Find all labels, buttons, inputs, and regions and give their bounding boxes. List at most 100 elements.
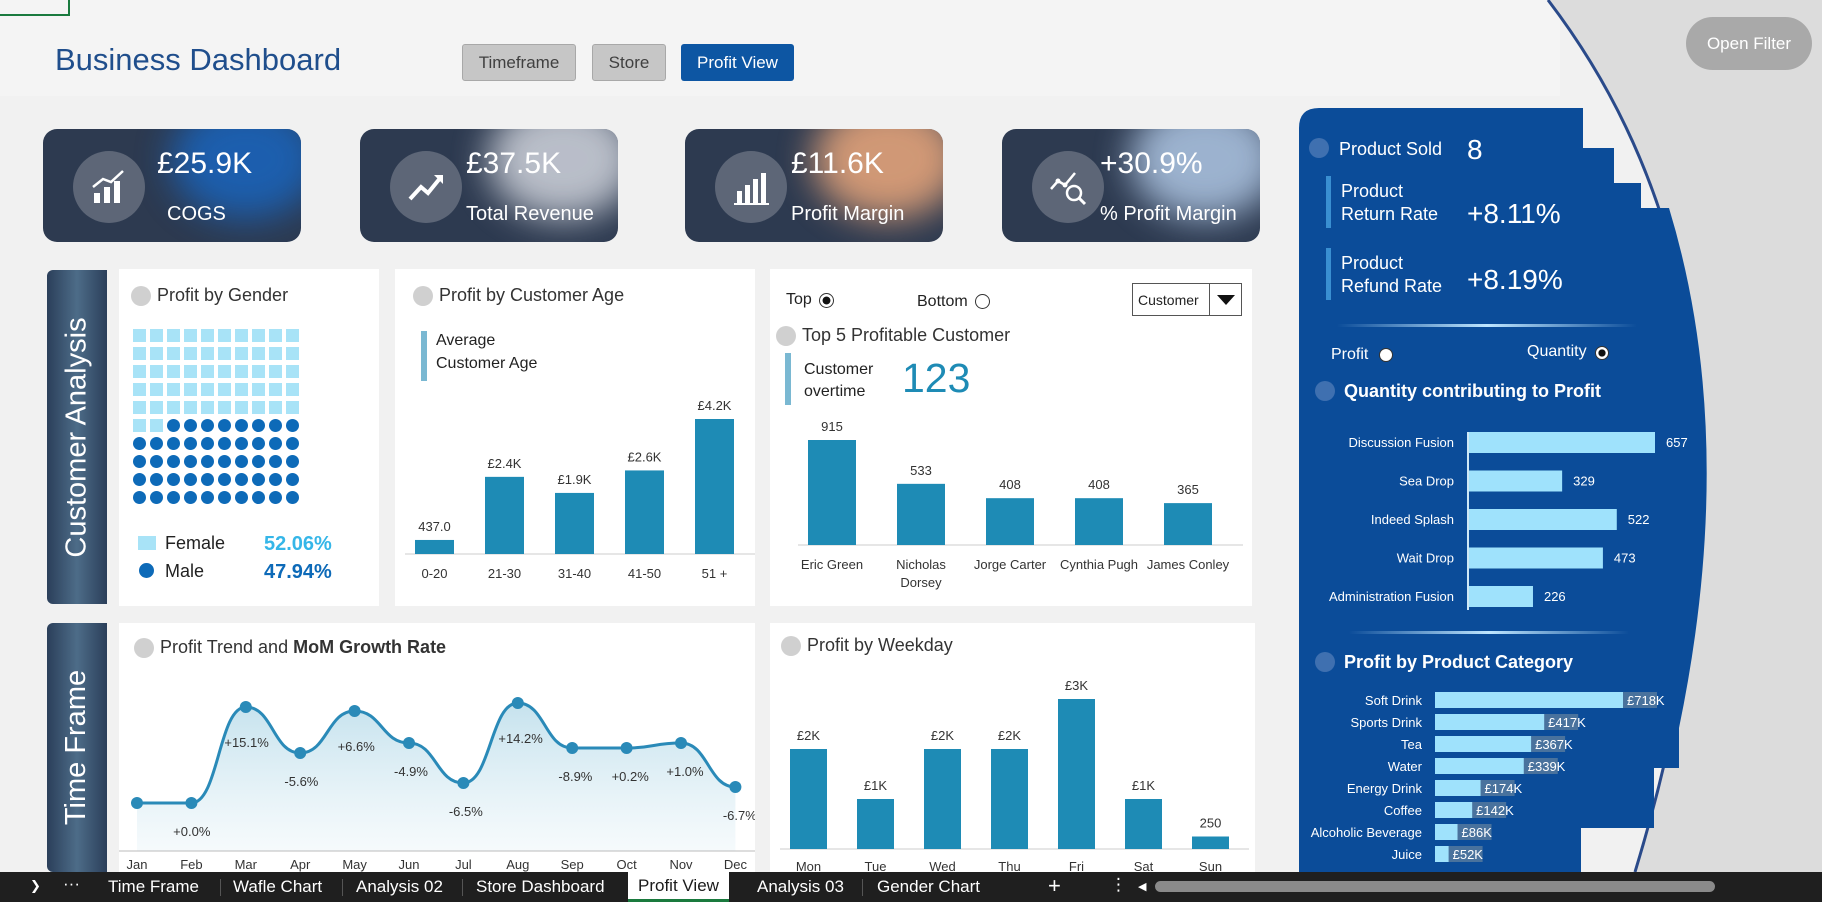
data-label: 365	[1177, 482, 1199, 497]
quantity-bar-chart: 657 Discussion Fusion 329 Sea Drop 522 Indeed…	[1329, 432, 1688, 610]
growth-label: +0.2%	[612, 769, 650, 784]
tab-gender-chart[interactable]: Gender Chart	[877, 877, 980, 897]
category-title: Profit by Product Category	[1344, 652, 1574, 672]
tab-store-dashboard[interactable]: Store Dashboard	[476, 877, 605, 897]
kpi-label: % Profit Margin	[1100, 203, 1237, 225]
tick-label: Tue	[865, 859, 887, 872]
trend-point-2	[239, 701, 252, 713]
trend-point-3	[294, 747, 307, 759]
customer-dropdown[interactable]: Customer	[1132, 283, 1242, 316]
waffle-cell-male	[252, 491, 265, 504]
tab-options-icon[interactable]: ⋮	[1110, 875, 1127, 895]
tab-profit-view[interactable]: Profit View	[628, 872, 729, 902]
bar-4	[1164, 503, 1212, 545]
waffle-cell-female	[150, 329, 163, 342]
return-rate-line: Return Rate	[1341, 204, 1439, 224]
waffle-cell-female	[184, 383, 197, 396]
data-label: £86K	[1462, 825, 1493, 840]
waffle-cell-male	[235, 455, 248, 468]
bar-chart-icon	[715, 151, 787, 223]
tab-wafle-chart[interactable]: Wafle Chart	[233, 877, 322, 897]
bar-3	[991, 749, 1028, 849]
more-tabs-icon[interactable]: ···	[63, 874, 80, 894]
category-label: Sports Drink	[1350, 715, 1422, 730]
tab-time-frame[interactable]: Time Frame	[108, 877, 199, 897]
waffle-cell-male	[286, 473, 299, 486]
card-title: Profit by Gender	[131, 285, 288, 306]
timeframe-button[interactable]: Timeframe	[462, 44, 576, 81]
waffle-cell-female	[286, 365, 299, 378]
section-label-customer-analysis: Customer Analysis	[47, 270, 107, 604]
kpi-card-profit-margin: £11.6K Profit Margin	[685, 129, 943, 242]
trend-point-10	[675, 737, 687, 749]
chevron-down-icon[interactable]	[1209, 284, 1241, 315]
data-label: £2.4K	[488, 456, 522, 471]
waffle-cell-male	[184, 455, 197, 468]
male-percent: 47.94%	[264, 561, 332, 583]
month-label: Sep	[561, 857, 584, 872]
kpi-value: +30.9%	[1100, 147, 1203, 180]
open-filter-button[interactable]: Open Filter	[1686, 17, 1812, 70]
waffle-cell-male	[218, 455, 231, 468]
waffle-cell-male	[269, 455, 282, 468]
bottom-radio[interactable]	[975, 294, 990, 309]
analytics-icon	[1032, 151, 1104, 223]
month-label: Jun	[399, 857, 420, 872]
waffle-cell-female	[184, 401, 197, 414]
waffle-cell-female	[269, 383, 282, 396]
tab-analysis-03[interactable]: Analysis 03	[757, 877, 844, 897]
tick-label: Sun	[1199, 859, 1222, 872]
chevron-right-icon[interactable]: ❯	[30, 878, 41, 894]
category-bar-2	[1435, 736, 1532, 752]
waffle-cell-male	[286, 419, 299, 432]
female-legend-swatch	[138, 536, 156, 550]
profit-radio[interactable]	[1379, 348, 1393, 362]
trend-point-4	[348, 705, 361, 717]
month-label: Mar	[235, 857, 258, 872]
waffle-cell-female	[133, 347, 146, 360]
top-radio[interactable]	[819, 293, 834, 308]
trend-area-chart: Jan +0.0% Feb +15.1% Mar -5.6% Apr +6.6% May -4.9…	[119, 697, 755, 872]
growth-label: +15.1%	[224, 735, 269, 750]
waffle-cell-female	[218, 365, 231, 378]
tick-label: Wed	[929, 859, 956, 872]
age-note-line: Customer Age	[436, 355, 538, 372]
card-title: Profit Trend and MoM Growth Rate	[134, 637, 446, 658]
waffle-cell-female	[150, 365, 163, 378]
waffle-cell-male	[218, 491, 231, 504]
quantity-radio[interactable]	[1595, 346, 1609, 360]
kpi-card-cogs: £25.9K COGS	[43, 129, 301, 242]
kpi-card-total-revenue: £37.5K Total Revenue	[360, 129, 618, 242]
tick-label: Nicholas	[896, 557, 946, 572]
waffle-cell-female	[150, 401, 163, 414]
waffle-cell-female	[167, 365, 180, 378]
product-sold-label: Product Sold	[1339, 139, 1443, 159]
waffle-cell-male	[150, 455, 163, 468]
age-bar-chart: 437.0 0-20 £2.4K 21-30 £1.9K 31-40 £2.6K 41-50 £…	[405, 398, 755, 581]
data-label: £2K	[931, 728, 954, 743]
month-label: May	[342, 857, 367, 872]
store-button[interactable]: Store	[592, 44, 666, 81]
data-label: 437.0	[418, 519, 451, 534]
growth-chart-icon	[73, 151, 145, 223]
waffle-cell-female	[252, 401, 265, 414]
qty-bar-3	[1469, 547, 1603, 569]
waffle-cell-female	[252, 365, 265, 378]
waffle-cell-female	[269, 365, 282, 378]
category-label: Alcoholic Beverage	[1311, 825, 1422, 840]
waffle-cell-male	[252, 455, 265, 468]
tab-divider	[220, 879, 221, 896]
bullet-icon	[131, 285, 151, 306]
horizontal-scrollbar[interactable]	[1155, 881, 1715, 892]
tab-analysis-02[interactable]: Analysis 02	[356, 877, 443, 897]
tick-label: Jorge Carter	[974, 557, 1047, 572]
scroll-left-icon[interactable]: ◀	[1138, 880, 1146, 893]
bar-4	[695, 419, 734, 554]
bullet-icon	[413, 285, 433, 306]
bar-2	[924, 749, 961, 849]
waffle-cell-male	[218, 419, 231, 432]
bar-1	[857, 799, 894, 849]
add-sheet-icon[interactable]: +	[1048, 873, 1061, 899]
profit-view-button[interactable]: Profit View	[681, 44, 794, 81]
growth-label: +14.2%	[498, 731, 543, 746]
